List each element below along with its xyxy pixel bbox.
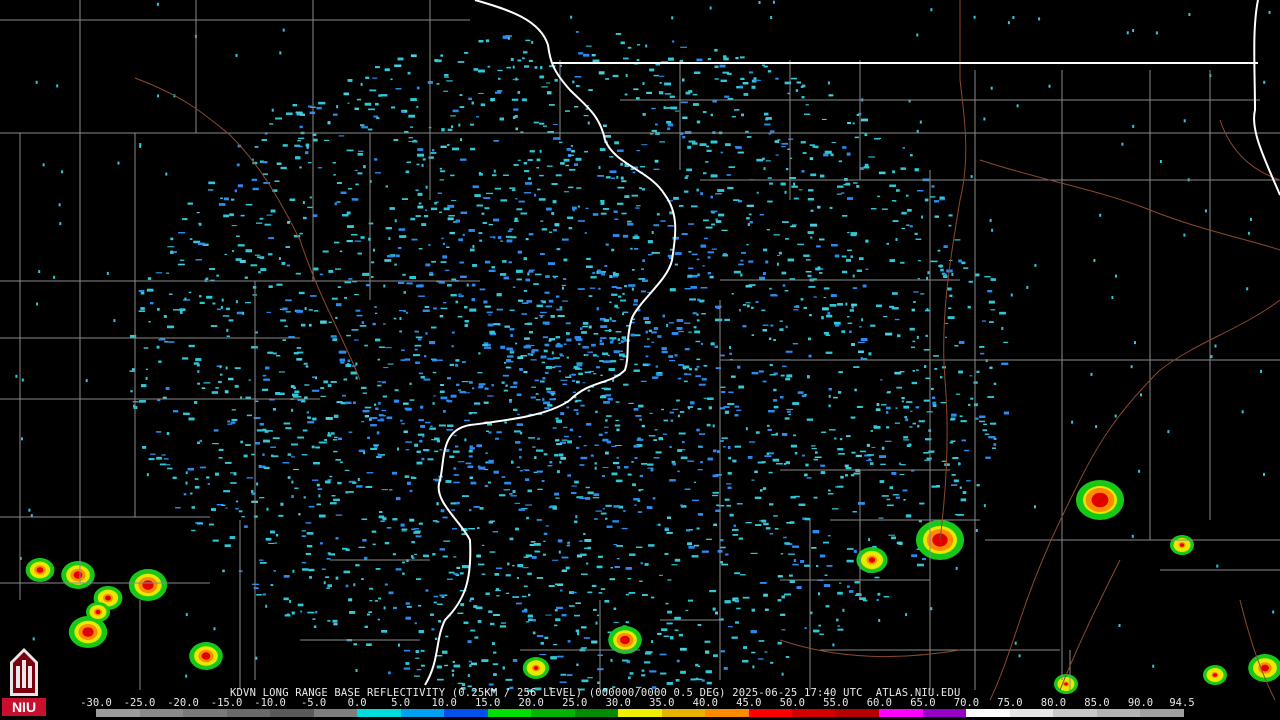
scale-label: -20.0 xyxy=(167,697,199,709)
scale-label: 75.0 xyxy=(997,697,1023,709)
scale-swatch xyxy=(1053,709,1097,717)
color-scale-labels: -30.0 -25.0 -20.0 -15.0 -10.0 -5.0 0.0 5.0 10.0 1… xyxy=(80,697,1196,709)
scale-swatch xyxy=(183,709,227,717)
radar-site-marker xyxy=(562,359,574,371)
niu-logo-text: NIU xyxy=(12,699,36,715)
scale-label: 30.0 xyxy=(605,697,631,709)
scale-label: -15.0 xyxy=(210,697,243,709)
scale-swatch xyxy=(879,709,923,717)
scale-label: 85.0 xyxy=(1084,697,1110,709)
scale-swatch xyxy=(574,709,619,717)
scale-label: 70.0 xyxy=(953,697,980,709)
scale-label: 40.0 xyxy=(692,697,718,709)
scale-label: 90.0 xyxy=(1127,697,1154,709)
scale-swatch xyxy=(705,709,749,717)
scale-label: 10.0 xyxy=(431,697,457,709)
scale-swatch xyxy=(96,709,140,717)
scale-swatch xyxy=(792,709,836,717)
scale-swatch xyxy=(270,709,314,717)
scale-swatch xyxy=(487,709,532,717)
scale-label: 0.0 xyxy=(347,697,367,709)
scale-label: 45.0 xyxy=(736,697,762,709)
scale-swatch xyxy=(1140,709,1184,717)
scale-swatch xyxy=(1009,709,1054,717)
scale-swatch xyxy=(835,709,880,717)
scale-label: 94.5 xyxy=(1169,697,1195,709)
scale-label: 5.0 xyxy=(391,697,411,709)
scale-label: 20.0 xyxy=(518,697,544,709)
scale-swatch xyxy=(357,709,401,717)
scale-label: 15.0 xyxy=(475,697,501,709)
scale-swatch xyxy=(139,709,184,717)
scale-label: -5.0 xyxy=(300,697,327,709)
scale-swatch xyxy=(226,709,271,717)
scale-swatch xyxy=(400,709,445,717)
scale-label: -30.0 xyxy=(80,697,112,709)
scale-label: -10.0 xyxy=(254,697,286,709)
scale-swatch xyxy=(313,709,358,717)
radar-map xyxy=(0,0,1280,720)
scale-swatch xyxy=(444,709,488,717)
scale-label: 60.0 xyxy=(866,697,893,709)
scale-swatch xyxy=(531,709,575,717)
scale-swatch xyxy=(661,709,706,717)
scale-swatch xyxy=(922,709,967,717)
niu-logo: NIU xyxy=(2,646,46,716)
scale-swatch xyxy=(618,709,662,717)
scale-label: 65.0 xyxy=(910,697,936,709)
scale-label: 50.0 xyxy=(779,697,805,709)
scale-swatch xyxy=(748,709,793,717)
scale-label: 35.0 xyxy=(649,697,675,709)
color-scale-bar xyxy=(96,709,1184,717)
scale-label: 25.0 xyxy=(562,697,588,709)
scale-label: 55.0 xyxy=(823,697,849,709)
scale-label: -25.0 xyxy=(123,697,156,709)
scale-swatch xyxy=(1096,709,1141,717)
scale-label: 80.0 xyxy=(1040,697,1067,709)
scale-swatch xyxy=(966,709,1010,717)
